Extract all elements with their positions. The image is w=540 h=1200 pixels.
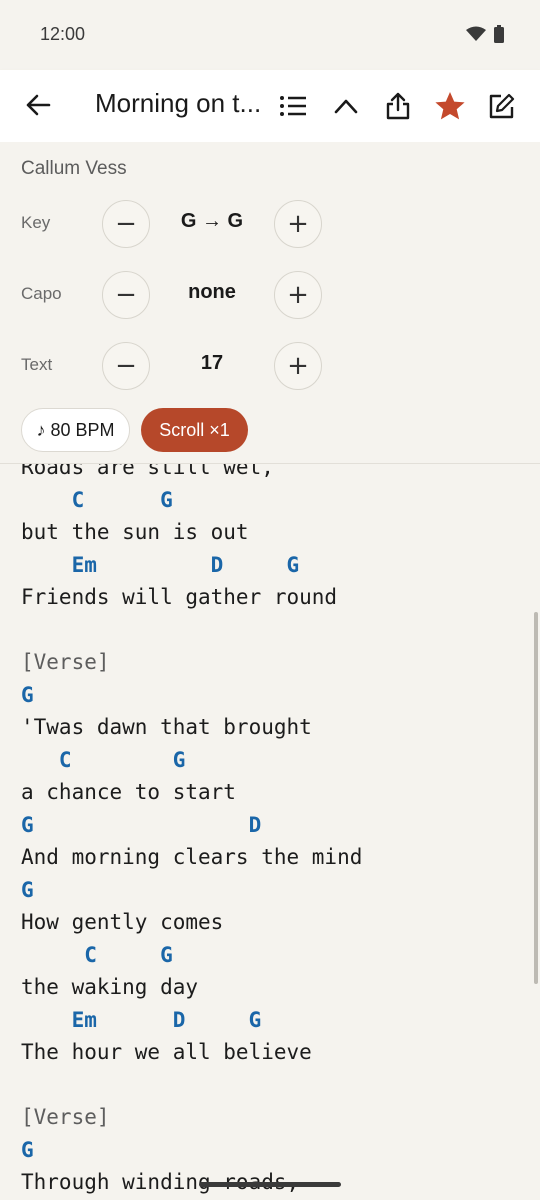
lyric-line: a chance to start [21,780,236,804]
battery-icon [494,25,504,48]
song-content[interactable]: Roads are still wet, C G but the sun is o… [0,464,540,1200]
lyric-line: The hour we all believe [21,1040,312,1064]
edit-icon [489,93,515,119]
status-time: 12:00 [40,24,86,44]
minus-icon: − [115,280,137,310]
share-button[interactable] [376,84,420,128]
key-increase-button[interactable]: + [274,200,322,248]
text-size-value: 17 [200,352,224,374]
text-size-increase-button[interactable]: + [274,342,322,390]
lyric-line: Friends will gather round [21,585,338,609]
star-icon [435,92,465,120]
collapse-button[interactable] [324,84,368,128]
wifi-icon [466,26,486,47]
list-icon [280,96,306,116]
favorite-button[interactable] [428,84,472,128]
plus-icon: + [287,351,309,381]
key-decrease-button[interactable]: − [102,200,150,248]
section-header: [Verse] [21,1105,110,1129]
song-lines: Roads are still wet, C G but the sun is o… [21,464,362,1199]
text-size-label: Text [21,355,53,374]
home-indicator[interactable] [199,1182,341,1187]
chord-line: Em D G [21,1007,262,1032]
capo-label: Capo [21,284,62,303]
chevron-up-icon [334,99,358,114]
song-controls-panel: Callum Vess Key − G → G + Capo − none + … [0,142,540,464]
list-button[interactable] [271,84,315,128]
key-value: G → G [180,210,244,232]
chord-line: Em D G [21,552,300,577]
key-row: Key − G → G + [0,200,540,248]
page-title: Morning on t... [95,88,262,118]
chord-line: G [21,1137,34,1162]
capo-value: none [188,281,236,303]
minus-icon: − [115,351,137,381]
edit-button[interactable] [480,84,524,128]
capo-increase-button[interactable]: + [274,271,322,319]
lyric-line: And morning clears the mind [21,845,363,869]
app-bar: Morning on t... [0,70,540,142]
lyric-line: How gently comes [21,910,224,934]
chord-line: C G [21,942,173,967]
capo-decrease-button[interactable]: − [102,271,150,319]
artist-name: Callum Vess [21,158,127,179]
chord-line: C G [21,747,186,772]
plus-icon: + [287,209,309,239]
key-label: Key [21,213,51,232]
text-size-row: Text − 17 + [0,342,540,390]
section-header: [Verse] [21,650,110,674]
minus-icon: − [115,209,137,239]
status-icons [466,25,504,48]
chord-line: G [21,682,34,707]
capo-row: Capo − none + [0,271,540,319]
lyric-line: Roads are still wet, [21,464,274,479]
status-bar: 12:00 [0,0,540,70]
chord-line: G [21,877,34,902]
plus-icon: + [287,280,309,310]
lyric-line: the waking day [21,975,199,999]
back-button[interactable] [18,82,58,128]
autoscroll-button[interactable]: Scroll ×1 [141,408,248,452]
tempo-chip[interactable]: ♪ 80 BPM [21,408,130,452]
chord-line: G D [21,812,262,837]
text-size-decrease-button[interactable]: − [102,342,150,390]
arrow-left-icon [26,94,51,116]
share-icon [386,92,410,120]
scrollbar-thumb[interactable] [534,612,538,984]
lyric-line: but the sun is out [21,520,249,544]
lyric-line: 'Twas dawn that brought [21,715,312,739]
chord-line: C G [21,487,173,512]
